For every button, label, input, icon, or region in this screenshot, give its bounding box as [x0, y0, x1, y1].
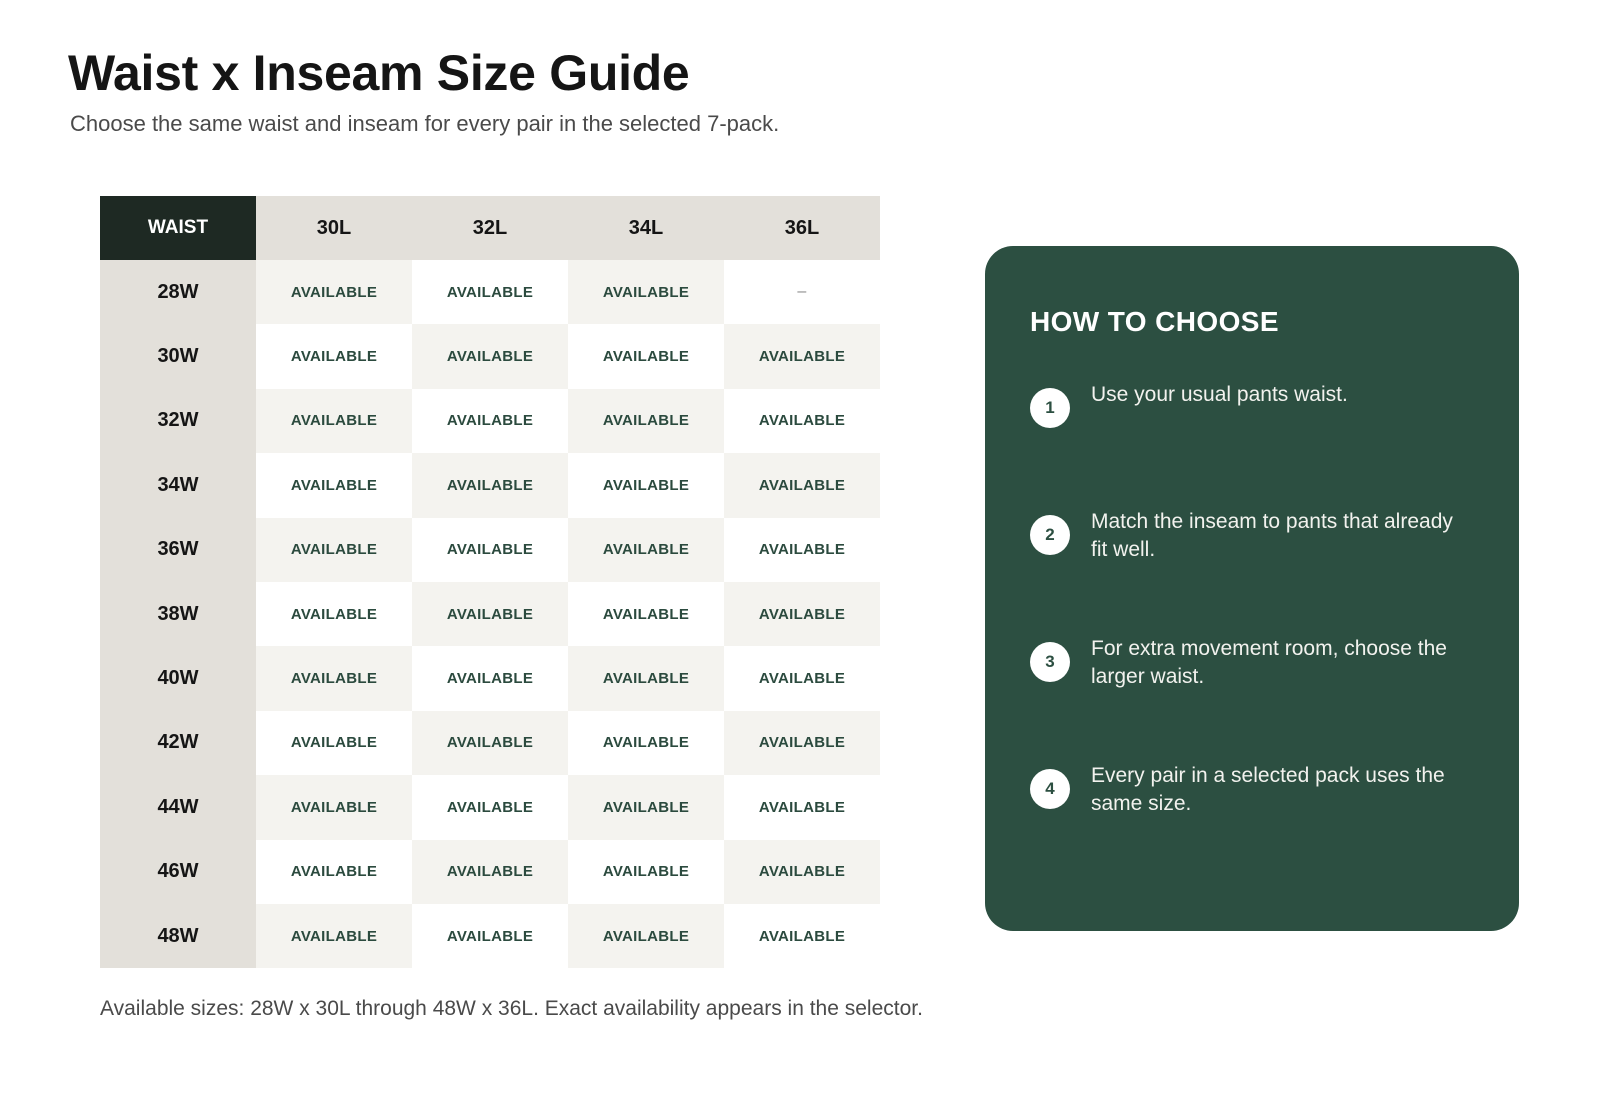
step-text: Match the inseam to pants that already f…: [1091, 510, 1453, 561]
waist-size-label: 38W: [100, 581, 256, 647]
availability-cell: AVAILABLE: [724, 839, 880, 904]
availability-cell: AVAILABLE: [724, 324, 880, 389]
availability-cell: AVAILABLE: [256, 775, 412, 840]
inseam-header: 32L: [412, 196, 568, 260]
table-row: 40W AVAILABLE AVAILABLE AVAILABLE AVAILABLE: [100, 646, 880, 711]
step-number-badge: 1: [1030, 388, 1070, 428]
availability-cell: AVAILABLE: [724, 581, 880, 647]
availability-cell: AVAILABLE: [724, 710, 880, 776]
availability-cell: AVAILABLE: [568, 646, 724, 711]
availability-cell: AVAILABLE: [256, 903, 412, 969]
table-row: 30W AVAILABLE AVAILABLE AVAILABLE AVAILABLE: [100, 324, 880, 389]
availability-cell: AVAILABLE: [412, 903, 568, 969]
size-grid-header-row: WAIST 30L 32L 34L 36L: [100, 196, 880, 260]
availability-note: Available sizes: 28W x 30L through 48W x…: [100, 997, 923, 1020]
step-text: Use your usual pants waist.: [1091, 383, 1348, 406]
availability-cell: AVAILABLE: [412, 839, 568, 904]
availability-cell: AVAILABLE: [412, 453, 568, 518]
availability-cell: AVAILABLE: [724, 453, 880, 518]
availability-cell: AVAILABLE: [256, 710, 412, 776]
page-title: Waist x Inseam Size Guide: [68, 45, 690, 101]
page-subtitle: Choose the same waist and inseam for eve…: [70, 111, 780, 136]
availability-cell: AVAILABLE: [568, 839, 724, 904]
availability-cell: AVAILABLE: [256, 839, 412, 904]
availability-cell: AVAILABLE: [412, 260, 568, 325]
table-row: 46W AVAILABLE AVAILABLE AVAILABLE AVAILABLE: [100, 839, 880, 904]
availability-cell: AVAILABLE: [256, 581, 412, 647]
waist-size-label: 32W: [100, 388, 256, 454]
table-row: 44W AVAILABLE AVAILABLE AVAILABLE AVAILABLE: [100, 775, 880, 840]
waist-size-label: 28W: [100, 260, 256, 325]
availability-cell: AVAILABLE: [724, 517, 880, 582]
table-row: 34W AVAILABLE AVAILABLE AVAILABLE AVAILABLE: [100, 453, 880, 518]
table-row: 48W AVAILABLE AVAILABLE AVAILABLE AVAILABLE: [100, 903, 880, 969]
waist-size-label: 44W: [100, 775, 256, 840]
step-number-badge: 2: [1030, 515, 1070, 555]
table-row: 32W AVAILABLE AVAILABLE AVAILABLE AVAILABLE: [100, 388, 880, 454]
availability-cell: AVAILABLE: [256, 388, 412, 454]
waist-size-label: 36W: [100, 517, 256, 582]
availability-cell: AVAILABLE: [412, 517, 568, 582]
availability-cell: AVAILABLE: [412, 710, 568, 776]
availability-cell: AVAILABLE: [256, 646, 412, 711]
step-text: Every pair in a selected pack uses the s…: [1091, 764, 1445, 815]
availability-cell: AVAILABLE: [724, 903, 880, 969]
guide-step: 3 For extra movement room, choose the la…: [1030, 637, 1460, 691]
table-row: 38W AVAILABLE AVAILABLE AVAILABLE AVAILABLE: [100, 581, 880, 647]
availability-cell: AVAILABLE: [724, 775, 880, 840]
waist-size-label: 48W: [100, 903, 256, 969]
availability-cell: AVAILABLE: [724, 388, 880, 454]
availability-cell: AVAILABLE: [412, 775, 568, 840]
availability-cell: AVAILABLE: [568, 517, 724, 582]
availability-cell: AVAILABLE: [412, 646, 568, 711]
waist-size-label: 42W: [100, 710, 256, 776]
availability-cell: AVAILABLE: [256, 517, 412, 582]
inseam-header: 36L: [724, 196, 880, 260]
waist-size-label: 30W: [100, 324, 256, 389]
guide-step: 4 Every pair in a selected pack uses the…: [1030, 764, 1460, 818]
availability-cell: AVAILABLE: [568, 775, 724, 840]
step-text: For extra movement room, choose the larg…: [1091, 637, 1447, 688]
availability-cell: AVAILABLE: [412, 324, 568, 389]
step-number-badge: 4: [1030, 769, 1070, 809]
availability-cell: AVAILABLE: [412, 388, 568, 454]
waist-size-label: 46W: [100, 839, 256, 904]
availability-cell: AVAILABLE: [568, 388, 724, 454]
waist-size-label: 40W: [100, 646, 256, 711]
availability-cell: AVAILABLE: [568, 903, 724, 969]
table-row: 36W AVAILABLE AVAILABLE AVAILABLE AVAILABLE: [100, 517, 880, 582]
table-row: 42W AVAILABLE AVAILABLE AVAILABLE AVAILABLE: [100, 710, 880, 776]
table-row: 28W AVAILABLE AVAILABLE AVAILABLE –: [100, 260, 880, 325]
inseam-header: 30L: [256, 196, 412, 260]
panel-title: HOW TO CHOOSE: [1030, 306, 1279, 337]
availability-cell: AVAILABLE: [568, 453, 724, 518]
availability-cell: AVAILABLE: [568, 710, 724, 776]
guide-step: 1 Use your usual pants waist.: [1030, 383, 1460, 428]
how-to-choose-panel: HOW TO CHOOSE 1 Use your usual pants wai…: [985, 246, 1519, 931]
availability-cell: AVAILABLE: [568, 324, 724, 389]
step-number-badge: 3: [1030, 642, 1070, 682]
availability-cell: AVAILABLE: [256, 453, 412, 518]
guide-step: 2 Match the inseam to pants that already…: [1030, 510, 1460, 564]
availability-cell: AVAILABLE: [568, 260, 724, 325]
unavailable-cell: –: [724, 260, 880, 325]
availability-cell: AVAILABLE: [724, 646, 880, 711]
size-grid-body: 28W AVAILABLE AVAILABLE AVAILABLE –30W AVAILA…: [100, 260, 880, 969]
availability-cell: AVAILABLE: [256, 324, 412, 389]
availability-cell: AVAILABLE: [568, 581, 724, 647]
availability-cell: AVAILABLE: [412, 581, 568, 647]
waist-header: WAIST: [100, 196, 256, 260]
availability-cell: AVAILABLE: [256, 260, 412, 325]
size-grid: WAIST 30L 32L 34L 36L 28W AVAILABLE AVAILA…: [100, 196, 880, 969]
inseam-header: 34L: [568, 196, 724, 260]
waist-size-label: 34W: [100, 453, 256, 518]
